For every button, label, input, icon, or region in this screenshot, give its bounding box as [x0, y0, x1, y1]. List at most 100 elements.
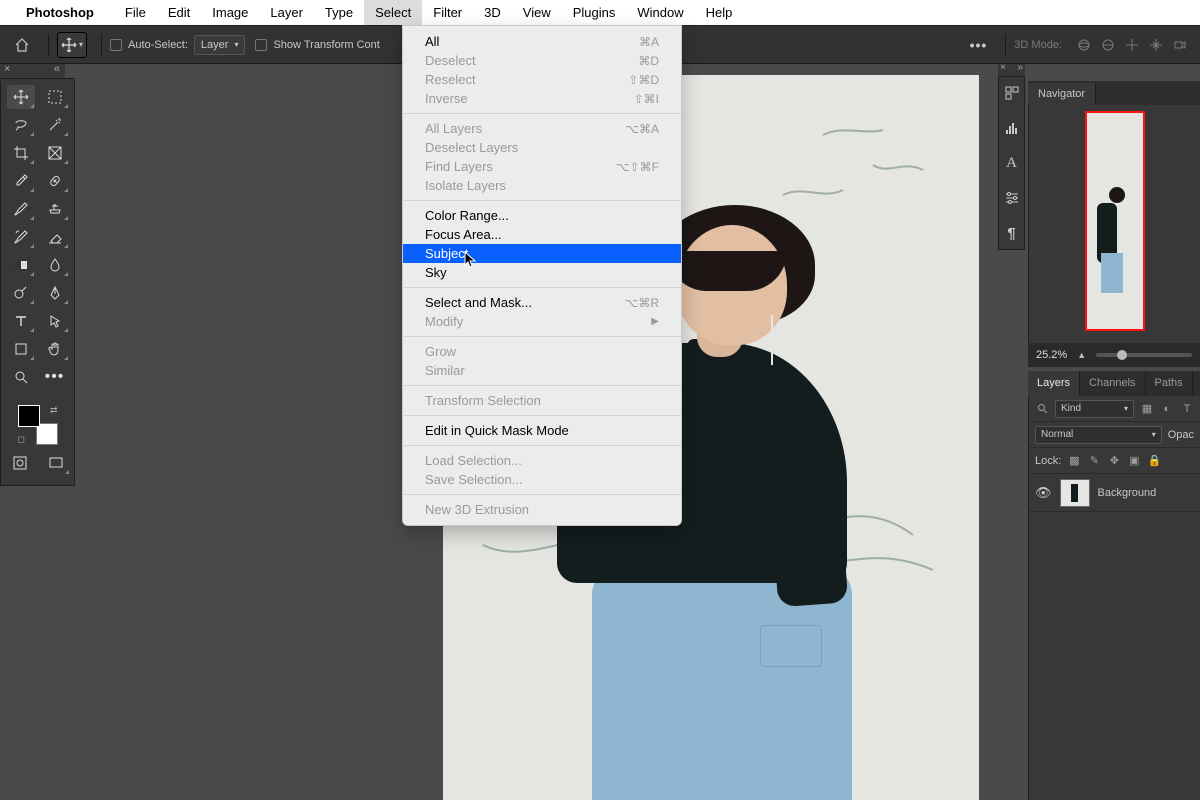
layer-thumbnail[interactable] [1060, 479, 1090, 507]
move-tool-icon[interactable]: ▾ [57, 32, 87, 58]
paragraph-icon[interactable]: ¶ [1002, 223, 1022, 243]
menu-3d[interactable]: 3D [473, 0, 512, 25]
lasso-tool[interactable] [7, 113, 35, 137]
navigator-thumbnail[interactable] [1085, 111, 1145, 331]
character-icon[interactable]: A [1002, 153, 1022, 173]
menu-item-all[interactable]: All⌘A [403, 32, 681, 51]
lock-label: Lock: [1035, 455, 1061, 467]
pen-tool[interactable] [41, 281, 69, 305]
crop-tool[interactable] [7, 141, 35, 165]
lock-transparency-icon[interactable]: ▩ [1067, 454, 1081, 468]
magic-wand-tool[interactable] [41, 113, 69, 137]
screen-mode-tool[interactable] [42, 451, 70, 475]
menu-item-sky[interactable]: Sky [403, 263, 681, 282]
kind-filter-dropdown[interactable]: Kind▾ [1055, 400, 1134, 418]
navigator-tab[interactable]: Navigator [1028, 83, 1096, 105]
quick-mask-tool[interactable] [6, 451, 34, 475]
menu-select[interactable]: Select [364, 0, 422, 25]
menu-item-shortcut: ⌘A [639, 35, 659, 49]
orbit-3d-icon[interactable] [1075, 36, 1093, 54]
zoom-slider[interactable] [1096, 353, 1192, 357]
tab-paths[interactable]: Paths [1146, 371, 1193, 396]
autoselect-dropdown[interactable]: Layer ▾ [194, 35, 246, 55]
default-colors-icon[interactable]: ◻ [18, 434, 25, 445]
tab-channels[interactable]: Channels [1080, 371, 1145, 396]
layer-row-background[interactable]: 👁 Background [1029, 474, 1200, 512]
filter-adjust-icon[interactable]: ◐ [1160, 402, 1174, 416]
brush-tool[interactable] [7, 197, 35, 221]
lock-all-icon[interactable]: 🔒 [1147, 454, 1161, 468]
visibility-icon[interactable]: 👁 [1035, 485, 1052, 501]
layer-name: Background [1098, 487, 1157, 499]
pan-3d-icon[interactable] [1123, 36, 1141, 54]
lock-position-icon[interactable]: ✥ [1107, 454, 1121, 468]
roll-3d-icon[interactable] [1099, 36, 1117, 54]
filter-image-icon[interactable]: ▦ [1140, 402, 1154, 416]
menu-separator [403, 415, 681, 416]
menu-file[interactable]: File [114, 0, 157, 25]
color-swatches[interactable]: ⇄ ◻ [18, 405, 58, 445]
marquee-tool[interactable] [41, 85, 69, 109]
dodge-tool[interactable] [7, 281, 35, 305]
histogram-icon[interactable] [1002, 118, 1022, 138]
foreground-color-swatch[interactable] [18, 405, 40, 427]
healing-tool[interactable] [41, 169, 69, 193]
more-options-icon[interactable]: ••• [970, 37, 988, 53]
menu-separator [403, 445, 681, 446]
menu-window[interactable]: Window [626, 0, 694, 25]
hand-tool[interactable] [41, 337, 69, 361]
history-brush-tool[interactable] [7, 225, 35, 249]
menu-plugins[interactable]: Plugins [562, 0, 627, 25]
menu-item-focus-area[interactable]: Focus Area... [403, 225, 681, 244]
zoom-tool[interactable] [7, 365, 35, 389]
autoselect-label: Auto-Select: [128, 39, 188, 51]
blur-tool[interactable] [41, 253, 69, 277]
menu-image[interactable]: Image [201, 0, 259, 25]
shape-tool[interactable] [7, 337, 35, 361]
libraries-icon[interactable] [1002, 83, 1022, 103]
menu-item-color-range[interactable]: Color Range... [403, 206, 681, 225]
menu-view[interactable]: View [512, 0, 562, 25]
menu-item-shortcut: ⌥⇧⌘F [616, 160, 659, 174]
eraser-tool[interactable] [41, 225, 69, 249]
menu-filter[interactable]: Filter [422, 0, 473, 25]
right-strip-header[interactable]: ×» [998, 64, 1025, 76]
divider [101, 34, 102, 56]
menu-item-label: Select and Mask... [425, 295, 625, 310]
menu-layer[interactable]: Layer [259, 0, 314, 25]
move-tool[interactable] [7, 85, 35, 109]
tool-dock-tab[interactable] [0, 64, 65, 78]
menu-item-edit-in-quick-mask-mode[interactable]: Edit in Quick Mask Mode [403, 421, 681, 440]
menu-item-select-and-mask[interactable]: Select and Mask...⌥⌘R [403, 293, 681, 312]
type-tool[interactable] [7, 309, 35, 333]
lock-artboard-icon[interactable]: ▣ [1127, 454, 1141, 468]
search-icon[interactable] [1035, 402, 1049, 416]
menu-edit[interactable]: Edit [157, 0, 201, 25]
home-icon[interactable] [8, 32, 36, 58]
menu-item-label: Transform Selection [425, 393, 659, 408]
edit-toolbar[interactable]: ••• [41, 365, 69, 389]
filter-type-icon[interactable]: T [1180, 402, 1194, 416]
slide-3d-icon[interactable] [1147, 36, 1165, 54]
tab-layers[interactable]: Layers [1028, 371, 1080, 396]
menu-separator [403, 200, 681, 201]
menu-item-save-selection: Save Selection... [403, 470, 681, 489]
menu-item-subject[interactable]: Subject [403, 244, 681, 263]
gradient-tool[interactable] [7, 253, 35, 277]
blend-mode-dropdown[interactable]: Normal▾ [1035, 426, 1162, 444]
menu-item-all-layers: All Layers⌥⌘A [403, 119, 681, 138]
frame-tool[interactable] [41, 141, 69, 165]
transform-checkbox[interactable] [255, 39, 267, 51]
clone-stamp-tool[interactable] [41, 197, 69, 221]
camera-3d-icon[interactable] [1171, 36, 1189, 54]
swap-colors-icon[interactable]: ⇄ [50, 405, 58, 416]
eyedropper-tool[interactable] [7, 169, 35, 193]
autoselect-checkbox[interactable] [110, 39, 122, 51]
zoom-out-icon[interactable]: ▲ [1077, 350, 1086, 360]
adjustments-icon[interactable] [1002, 188, 1022, 208]
path-selection-tool[interactable] [41, 309, 69, 333]
lock-pixels-icon[interactable]: ✎ [1087, 454, 1101, 468]
menu-item-deselect: Deselect⌘D [403, 51, 681, 70]
menu-type[interactable]: Type [314, 0, 364, 25]
menu-help[interactable]: Help [695, 0, 744, 25]
